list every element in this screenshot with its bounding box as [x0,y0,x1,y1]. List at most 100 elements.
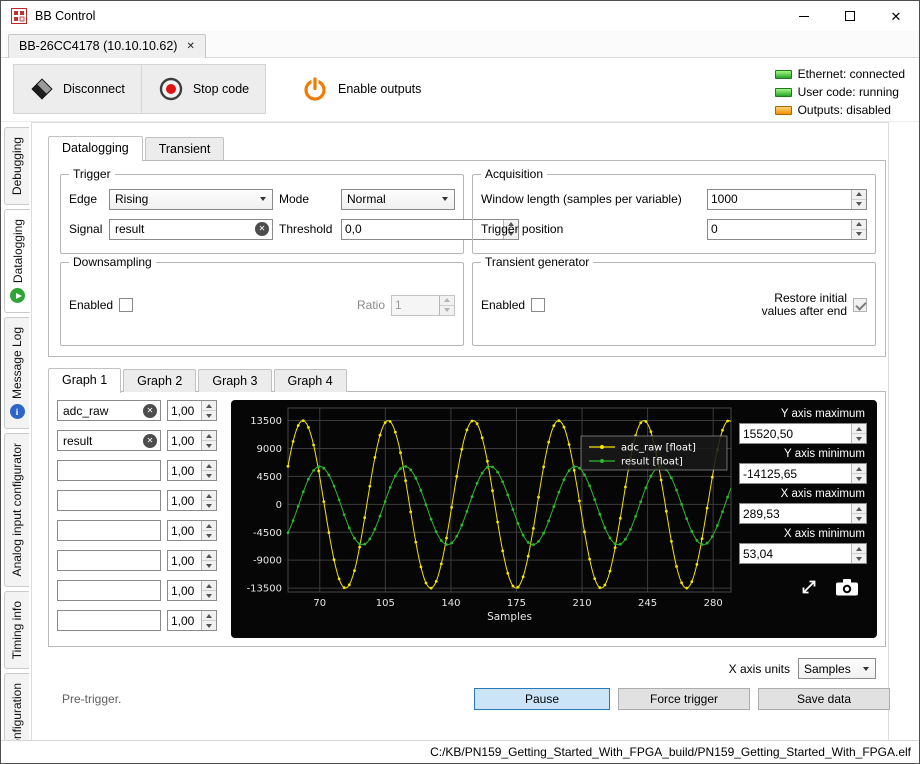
spin-up-button[interactable] [202,491,216,501]
main-tabbar: Datalogging Transient [48,136,226,161]
sidebar-item-analog-input-configurator[interactable]: Analog input configurator [4,433,29,587]
signal-scale-input-8[interactable] [168,611,201,630]
sidebar-item-debugging[interactable]: Debugging [4,127,29,206]
tab-graph-1[interactable]: Graph 1 [48,368,122,393]
svg-text:70: 70 [313,598,326,609]
trigger-position-input[interactable] [708,219,851,239]
ratio-input[interactable] [392,295,439,315]
connection-tab[interactable]: BB-26CC4178 (10.10.10.62) ✕ [8,34,206,58]
spin-up-button[interactable] [202,401,216,411]
sidebar-item-timing-info[interactable]: Timing info [4,590,29,669]
transient-enabled-checkbox[interactable] [531,298,546,312]
signal-name-input-6[interactable] [57,550,161,571]
x-axis-units-select[interactable]: Samples [798,658,876,679]
spin-down-button[interactable] [202,591,216,600]
signal-name-input-4[interactable] [57,490,161,511]
y-axis-minimum-input[interactable] [740,464,851,483]
tab-graph-2[interactable]: Graph 2 [123,369,197,392]
y-axis-maximum-input[interactable] [740,424,851,443]
spin-up-button[interactable] [202,461,216,471]
pause-button[interactable]: Pause [474,688,610,710]
downsampling-group-title: Downsampling [69,255,156,269]
signal-field-2: ✕ [57,430,161,451]
spin-up-button[interactable] [852,219,866,230]
spin-down-button[interactable] [852,199,866,209]
svg-text:Samples: Samples [487,611,532,623]
spin-up-button[interactable] [202,431,216,441]
signal-scale-input-5[interactable] [168,521,201,540]
spin-up-button[interactable] [852,189,866,200]
window-length-input[interactable] [708,189,851,209]
spin-down-button[interactable] [852,434,866,443]
tab-datalogging[interactable]: Datalogging [48,136,143,161]
stop-code-button[interactable]: Stop code [140,65,265,113]
tab-transient[interactable]: Transient [144,137,225,160]
edge-select[interactable]: Rising [109,188,273,210]
save-data-button[interactable]: Save data [758,688,890,710]
svg-text:result [float]: result [float] [621,457,683,468]
x-axis-minimum-input[interactable] [740,544,851,563]
spin-up-button[interactable] [202,551,216,561]
clear-icon[interactable]: ✕ [143,433,157,448]
spin-up-button[interactable] [202,611,216,621]
signal-scale-input-2[interactable] [168,431,201,450]
camera-button[interactable] [835,578,859,597]
close-button[interactable]: ✕ [873,1,919,31]
maximize-icon [845,11,855,21]
spin-down-button[interactable] [202,471,216,480]
signal-name-input-7[interactable] [57,580,161,601]
spin-down-button[interactable] [852,474,866,483]
spin-up-button[interactable] [202,581,216,591]
spin-up-button[interactable] [852,424,866,434]
spin-down-button[interactable] [202,531,216,540]
clear-icon[interactable]: ✕ [255,222,269,236]
spin-up-button[interactable] [202,521,216,531]
spin-up-button[interactable] [852,464,866,474]
user-code-status-label: User code: running [797,85,899,99]
tab-graph-3[interactable]: Graph 3 [198,369,272,392]
svg-text:245: 245 [638,598,657,609]
enable-outputs-button[interactable]: Enable outputs [285,64,437,114]
spin-up-button[interactable] [440,295,454,306]
signal-name-input-5[interactable] [57,520,161,541]
spin-down-button[interactable] [202,411,216,420]
signal-scale-input-6[interactable] [168,551,201,570]
signal-scale-input-7[interactable] [168,581,201,600]
fullscreen-button[interactable] [799,577,819,597]
signal-name-input-8[interactable] [57,610,161,631]
force-trigger-button[interactable]: Force trigger [618,688,750,710]
restore-initial-values-checkbox[interactable] [853,298,867,312]
sidebar-item-message-log[interactable]: Message Log i [4,317,29,430]
minimize-button[interactable] [781,1,827,31]
spin-down-button[interactable] [202,561,216,570]
signal-name-input-3[interactable] [57,460,161,481]
spin-up-button[interactable] [852,504,866,514]
trigger-position-spinbox [707,218,867,240]
signal-scale-spinbox-4 [167,490,217,511]
elf-path-label: C:/KB/PN159_Getting_Started_With_FPGA_bu… [430,745,911,759]
sidebar-item-datalogging[interactable]: Datalogging [4,209,30,314]
spin-down-button[interactable] [852,554,866,563]
trigger-signal-input[interactable] [109,218,273,240]
spin-down-button[interactable] [202,621,216,630]
spin-down-button[interactable] [202,501,216,510]
disconnect-button[interactable]: Disconnect [14,65,141,113]
spin-down-button[interactable] [440,305,454,315]
signal-scale-input-4[interactable] [168,491,201,510]
bottom-actions: Pre-trigger. Pause Force trigger Save da… [32,688,890,710]
svg-text:-9000: -9000 [253,556,282,567]
spin-down-button[interactable] [852,514,866,523]
maximize-button[interactable] [827,1,873,31]
signal-scale-input-3[interactable] [168,461,201,480]
svg-text:adc_raw [float]: adc_raw [float] [621,443,696,454]
spin-down-button[interactable] [852,229,866,239]
x-axis-maximum-input[interactable] [740,504,851,523]
downsampling-enabled-checkbox[interactable] [119,298,134,312]
signal-scale-input-1[interactable] [168,401,201,420]
mode-select[interactable]: Normal [341,188,455,210]
tab-graph-4[interactable]: Graph 4 [273,369,347,392]
tab-close-icon[interactable]: ✕ [186,41,194,52]
spin-up-button[interactable] [852,544,866,554]
clear-icon[interactable]: ✕ [143,403,157,418]
spin-down-button[interactable] [202,441,216,450]
